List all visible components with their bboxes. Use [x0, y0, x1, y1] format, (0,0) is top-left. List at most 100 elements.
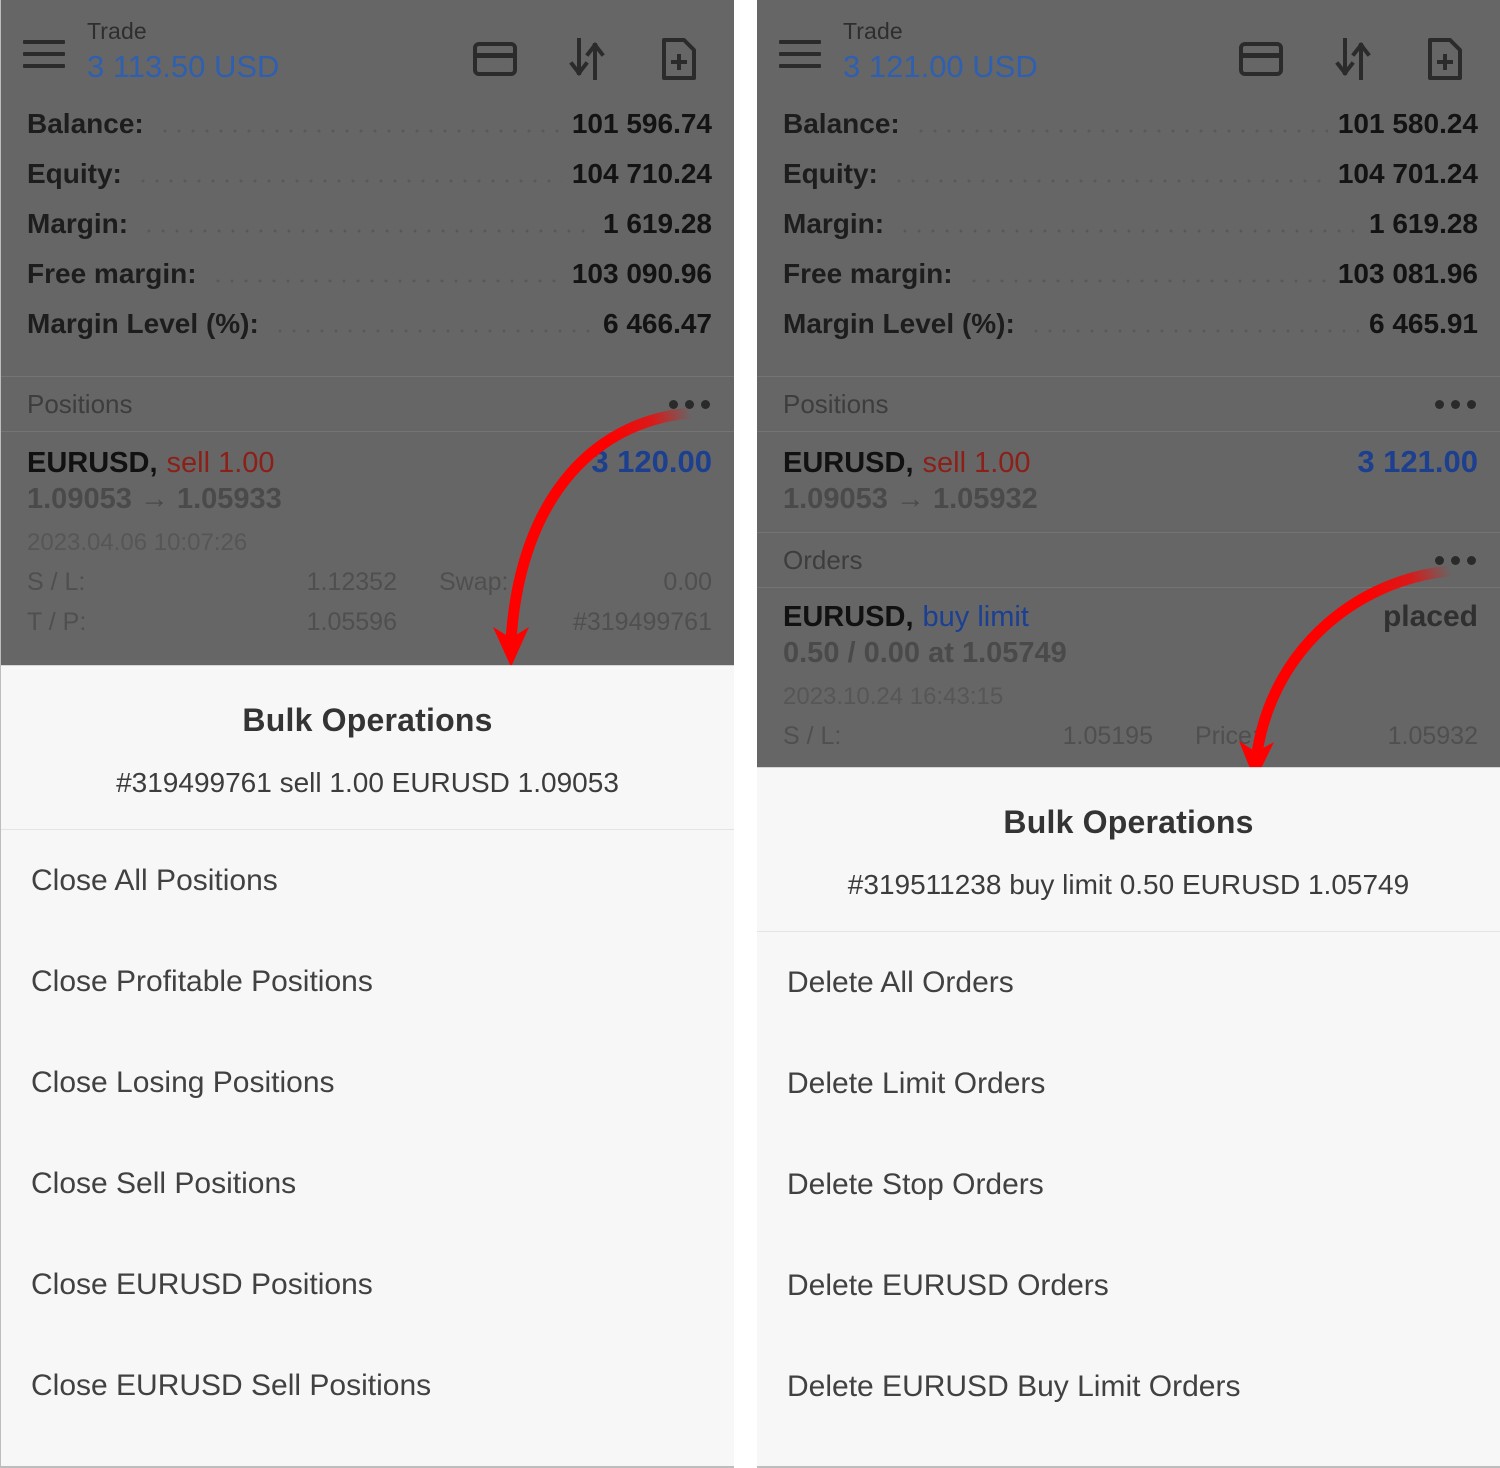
account-summary-header[interactable]: Trade 3 113.50 USD: [87, 20, 280, 84]
row-symbol: EURUSD,: [783, 601, 914, 633]
menu-item-delete-stop-orders[interactable]: Delete Stop Orders: [757, 1134, 1500, 1235]
row-timestamp: 2023.10.24 16:43:15: [783, 683, 1004, 710]
summary-label: Margin Level (%):: [783, 308, 1015, 339]
leader-dots: [135, 179, 562, 183]
more-options-icon[interactable]: [1433, 394, 1478, 415]
menu-item-close-sell-positions[interactable]: Close Sell Positions: [1, 1133, 734, 1234]
summary-label: Margin:: [783, 208, 885, 239]
sort-arrows-icon[interactable]: [1330, 36, 1376, 82]
row-prices: 1.09053 → 1.05933: [27, 483, 282, 515]
menu-item-delete-eurusd-buy-limit-orders[interactable]: Delete EURUSD Buy Limit Orders: [757, 1336, 1500, 1437]
row-detail-key: S / L:: [27, 568, 86, 596]
sheet-header: Bulk Operations #319511238 buy limit 0.5…: [757, 768, 1500, 932]
app-bar-actions: [1238, 36, 1468, 82]
more-options-icon[interactable]: [1433, 550, 1478, 571]
summary-row: Equity: 104 710.24: [27, 158, 712, 208]
leader-dots: [913, 129, 1328, 133]
sort-arrows-icon[interactable]: [564, 36, 610, 82]
row-detail-key: Price:: [1195, 722, 1259, 750]
menu-item-delete-all-orders[interactable]: Delete All Orders: [757, 932, 1500, 1033]
table-row[interactable]: EURUSD, buy limit placed 0.50 / 0.00 at …: [757, 588, 1500, 761]
menu-item-delete-eurusd-orders[interactable]: Delete EURUSD Orders: [757, 1235, 1500, 1336]
row-detail-line: S / L: 1.05195 Price: 1.05932: [783, 722, 1478, 751]
summary-label: Margin:: [27, 208, 129, 239]
table-row[interactable]: EURUSD, sell 1.00 3 120.00 1.09053 → 1.0…: [1, 432, 734, 647]
row-side-volume: buy limit: [922, 601, 1029, 633]
account-summary-list: Balance: 101 596.74 Equity: 104 710.24 M…: [1, 104, 734, 358]
row-ticket-id: #319499761: [572, 608, 712, 636]
summary-label: Margin Level (%):: [27, 308, 259, 339]
summary-row: Free margin: 103 081.96: [783, 258, 1478, 308]
new-order-icon[interactable]: [1422, 36, 1468, 82]
summary-row: Margin Level (%): 6 466.47: [27, 308, 712, 358]
summary-row: Margin Level (%): 6 465.91: [783, 308, 1478, 358]
credit-card-icon[interactable]: [472, 36, 518, 82]
row-prices: 0.50 / 0.00 at 1.05749: [783, 637, 1067, 669]
row-side-volume: sell 1.00: [922, 447, 1031, 479]
row-primary-line: EURUSD, sell 1.00 3 121.00: [783, 444, 1478, 480]
row-symbol: EURUSD,: [27, 447, 158, 479]
table-row[interactable]: EURUSD, sell 1.00 3 121.00 1.09053 → 1.0…: [757, 432, 1500, 532]
account-balance-value: 3 113.50 USD: [87, 49, 280, 84]
summary-label: Balance:: [27, 108, 144, 139]
row-primary-line: EURUSD, sell 1.00 3 120.00: [27, 444, 712, 480]
summary-label: Equity:: [783, 158, 878, 189]
leader-dots: [966, 279, 1328, 283]
credit-card-icon[interactable]: [1238, 36, 1284, 82]
sheet-header: Bulk Operations #319499761 sell 1.00 EUR…: [1, 666, 734, 830]
section-header-positions: Positions: [757, 376, 1500, 432]
row-detail-value: 1.12352: [306, 568, 397, 596]
summary-value: 1 619.28: [1369, 208, 1478, 239]
section-header-positions: Positions: [1, 376, 734, 432]
menu-item-close-losing-positions[interactable]: Close Losing Positions: [1, 1032, 734, 1133]
app-bar: Trade 3 113.50 USD: [1, 0, 734, 104]
hamburger-icon[interactable]: [779, 32, 823, 76]
trade-lists: Positions EURUSD, sell 1.00 3 121.00 1.0…: [757, 376, 1500, 761]
menu-item-close-all-positions[interactable]: Close All Positions: [1, 830, 734, 931]
row-detail-key: S / L:: [783, 722, 842, 750]
summary-row: Margin: 1 619.28: [27, 208, 712, 258]
summary-value: 101 596.74: [571, 108, 712, 139]
sheet-subtitle: #319499761 sell 1.00 EURUSD 1.09053: [116, 767, 619, 798]
sheet-option-list: Delete All Orders Delete Limit Orders De…: [757, 932, 1500, 1437]
row-side-volume: sell 1.00: [166, 447, 275, 479]
row-profit: 3 121.00: [1357, 444, 1478, 479]
summary-label: Free margin:: [783, 258, 953, 289]
row-primary-line: EURUSD, buy limit placed: [783, 600, 1478, 634]
sheet-title: Bulk Operations: [242, 702, 493, 738]
section-title: Orders: [783, 544, 863, 575]
menu-item-close-eurusd-sell-positions[interactable]: Close EURUSD Sell Positions: [1, 1335, 734, 1436]
trade-lists: Positions EURUSD, sell 1.00 3 120.00 1.0…: [1, 376, 734, 647]
summary-label: Equity:: [27, 158, 122, 189]
summary-value: 6 465.91: [1369, 308, 1478, 339]
more-options-icon[interactable]: [667, 394, 712, 415]
leader-dots: [898, 229, 1359, 233]
row-detail-key: T / P:: [27, 608, 87, 636]
menu-item-delete-limit-orders[interactable]: Delete Limit Orders: [757, 1033, 1500, 1134]
menu-item-close-profitable-positions[interactable]: Close Profitable Positions: [1, 931, 734, 1032]
row-detail-line: T / P: 1.05596 #319499761: [27, 608, 712, 637]
app-bar: Trade 3 121.00 USD: [757, 0, 1500, 104]
menu-item-close-eurusd-positions[interactable]: Close EURUSD Positions: [1, 1234, 734, 1335]
row-status: placed: [1382, 600, 1478, 633]
leader-dots: [142, 229, 593, 233]
new-order-icon[interactable]: [656, 36, 702, 82]
panel-content-right: Trade 3 121.00 USD Balance: 101 580.24 E…: [757, 0, 1500, 1468]
summary-value: 101 580.24: [1337, 108, 1478, 139]
summary-row: Free margin: 103 090.96: [27, 258, 712, 308]
summary-value: 104 701.24: [1337, 158, 1478, 189]
hamburger-icon[interactable]: [23, 32, 67, 76]
row-detail-value: 1.05195: [1062, 722, 1153, 750]
screenshot-stage: Trade 3 113.50 USD Balance: 101 596.74 E…: [0, 0, 1500, 1468]
row-detail-line: S / L: 1.12352 Swap: 0.00: [27, 568, 712, 597]
row-detail-value: 1.05596: [306, 608, 397, 636]
summary-value: 104 710.24: [571, 158, 712, 189]
leader-dots: [1028, 329, 1359, 333]
summary-row: Balance: 101 580.24: [783, 108, 1478, 158]
account-summary-header[interactable]: Trade 3 121.00 USD: [843, 20, 1038, 83]
summary-label: Free margin:: [27, 258, 197, 289]
summary-value: 103 090.96: [571, 258, 712, 289]
leader-dots: [157, 129, 562, 133]
summary-row: Balance: 101 596.74: [27, 108, 712, 158]
summary-value: 103 081.96: [1337, 258, 1478, 289]
